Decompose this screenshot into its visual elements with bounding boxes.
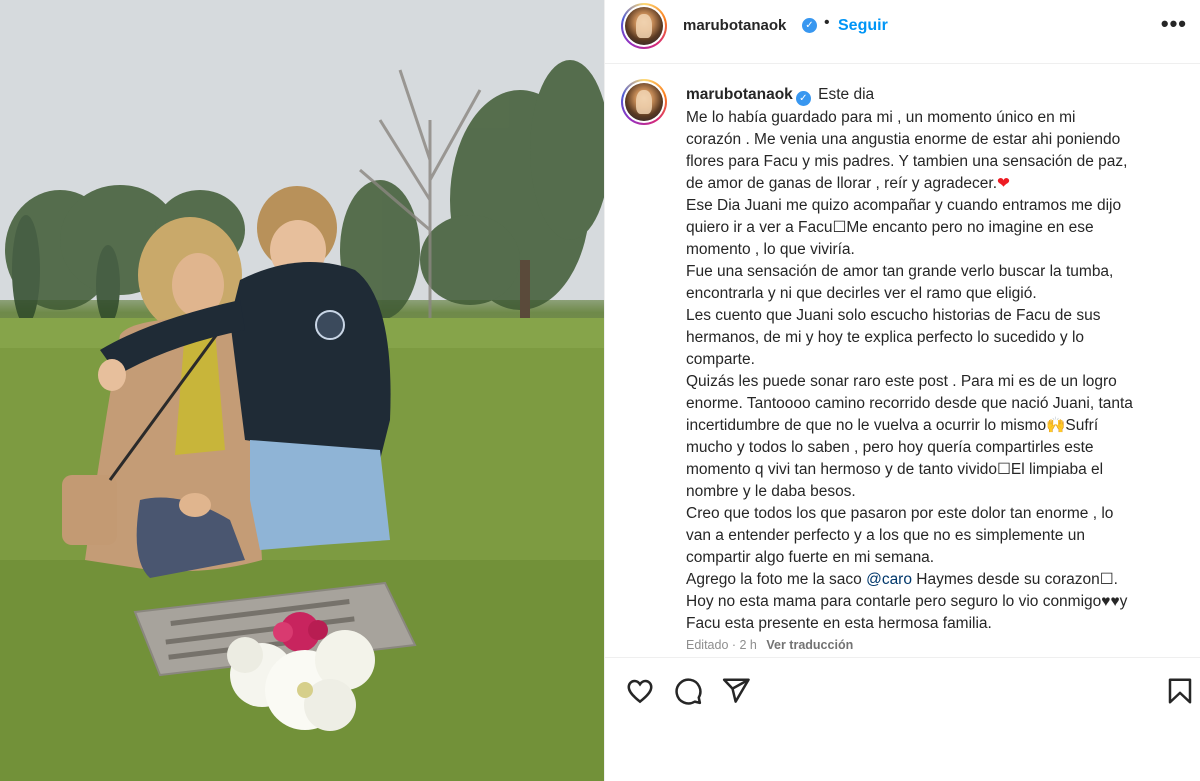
caption-body-2: Ese Dia Juani me quizo acompañar y cuand… bbox=[686, 197, 1133, 588]
post-header: marubotanaok ✓ • Seguir ••• bbox=[605, 0, 1200, 64]
edited-timestamp: Editado · 2 h bbox=[686, 638, 757, 652]
see-translation-link[interactable]: Ver traducción bbox=[766, 638, 853, 652]
cemetery-photo-illustration bbox=[0, 0, 604, 781]
caption-text: Me lo había guardado para mi , un moment… bbox=[686, 107, 1166, 635]
username-link[interactable]: marubotanaok bbox=[683, 17, 786, 34]
profile-picture bbox=[625, 7, 663, 45]
share-icon[interactable] bbox=[721, 676, 751, 706]
comment-icon[interactable] bbox=[673, 676, 703, 706]
red-heart-emoji: ❤ bbox=[997, 175, 1011, 192]
verified-badge-icon: ✓ bbox=[795, 91, 811, 106]
action-bar bbox=[605, 657, 1200, 781]
post-panel: marubotanaok ✓ • Seguir ••• marubotanaok… bbox=[604, 0, 1200, 781]
profile-picture bbox=[625, 83, 663, 121]
caption-area[interactable]: marubotanaok ✓ Este dia Me lo había guard… bbox=[605, 65, 1200, 657]
caption-header: marubotanaok ✓ Este dia bbox=[686, 86, 874, 106]
more-options-icon[interactable]: ••• bbox=[1161, 11, 1187, 37]
separator-dot: • bbox=[824, 14, 830, 31]
follow-button[interactable]: Seguir bbox=[838, 17, 888, 35]
caption-username-link[interactable]: marubotanaok bbox=[686, 86, 793, 103]
caption-body: Me lo había guardado para mi , un moment… bbox=[686, 109, 1128, 192]
caption-meta: Editado · 2 h Ver traducción bbox=[686, 638, 853, 652]
caption-first-line: Este dia bbox=[818, 86, 875, 103]
bookmark-icon[interactable] bbox=[1165, 676, 1195, 706]
verified-badge-icon: ✓ bbox=[802, 18, 817, 33]
heart-icon[interactable] bbox=[625, 676, 655, 706]
avatar[interactable] bbox=[621, 3, 667, 49]
post-photo[interactable] bbox=[0, 0, 604, 781]
caption-avatar[interactable] bbox=[621, 79, 667, 125]
mention-link[interactable]: @caro bbox=[866, 571, 912, 588]
